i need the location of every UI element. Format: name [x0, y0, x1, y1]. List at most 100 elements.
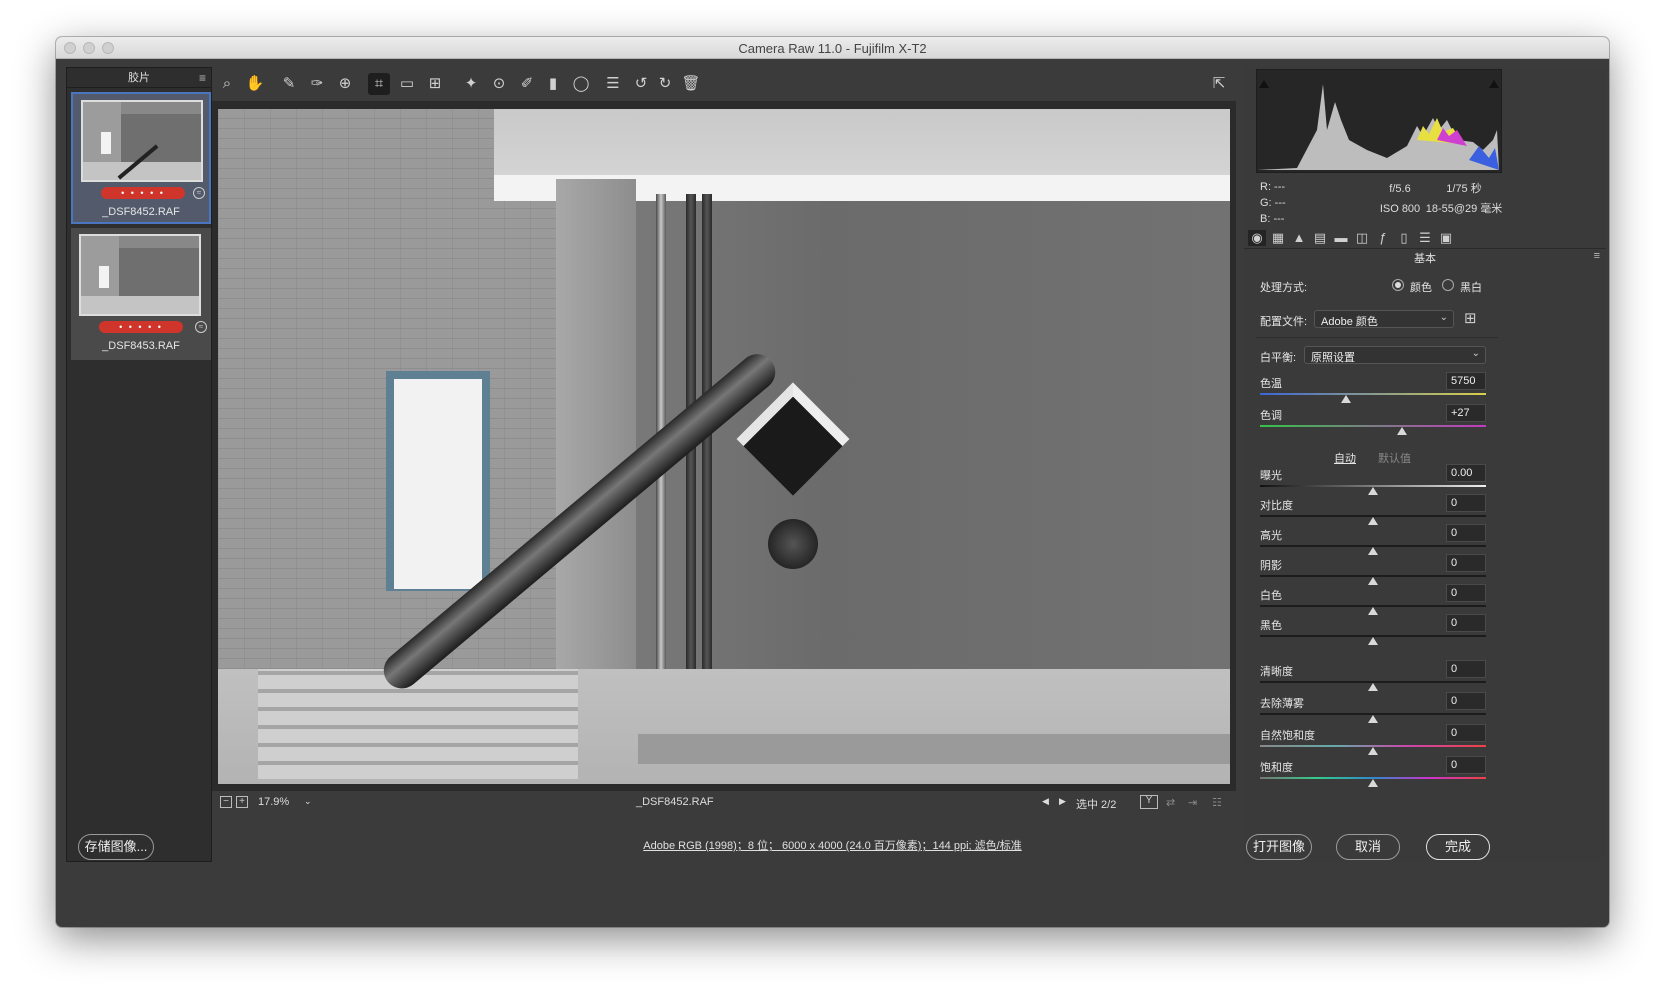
shadow-clipping-icon[interactable] — [1259, 72, 1269, 88]
zoom-level[interactable]: 17.9% — [258, 796, 289, 808]
slider-value-input[interactable]: 0 — [1446, 692, 1486, 710]
auto-button[interactable]: 自动 — [1334, 450, 1356, 466]
slider-label: 清晰度 — [1260, 666, 1293, 678]
filmstrip-panel: 胶片 ≡ • • • • • ≈ _DSF8452.RAF • • • • • — [66, 67, 212, 862]
crop-icon[interactable]: ⌗ — [368, 73, 390, 95]
slider-value-input[interactable]: 0.00 — [1446, 464, 1486, 482]
zoom-out-button[interactable]: − — [220, 796, 232, 808]
rotate-left-icon[interactable]: ↺ — [630, 73, 652, 95]
filmstrip-item[interactable]: • • • • • ≈ _DSF8453.RAF — [71, 228, 211, 360]
color-sampler-icon[interactable]: ✑ — [306, 73, 328, 95]
star-rating[interactable]: • • • • • — [99, 321, 183, 333]
profile-browser-icon[interactable]: ⊞ — [1464, 309, 1477, 327]
filmstrip-menu-icon[interactable]: ≡ — [199, 68, 206, 88]
slider-value-input[interactable]: 0 — [1446, 660, 1486, 678]
list-icon[interactable]: ☰ — [602, 73, 624, 95]
image-preview[interactable] — [218, 109, 1230, 784]
open-image-button[interactable]: 打开图像 — [1246, 834, 1312, 860]
star-rating[interactable]: • • • • • — [101, 187, 185, 199]
red-readout: R: --- — [1260, 181, 1286, 193]
slider-value-input[interactable]: 5750 — [1446, 372, 1486, 390]
slider-value-input[interactable]: 0 — [1446, 584, 1486, 602]
adjustments-panel: R: --- G: --- B: --- f/5.6 ISO 800 1/75 … — [1244, 67, 1606, 862]
slider-thumb[interactable] — [1368, 607, 1378, 615]
section-title: 基本 — [1414, 253, 1436, 265]
tab-basic-icon[interactable]: ◉ — [1248, 230, 1266, 246]
zoom-in-button[interactable]: + — [236, 796, 248, 808]
spot-removal-icon[interactable]: ✦ — [460, 73, 482, 95]
tab-effects-icon[interactable]: ƒ — [1374, 230, 1392, 246]
slider-value-input[interactable]: 0 — [1446, 494, 1486, 512]
hand-icon[interactable]: ✋ — [244, 73, 266, 95]
slider-thumb[interactable] — [1368, 715, 1378, 723]
radial-filter-icon[interactable]: ◯ — [570, 73, 592, 95]
tab-split-toning-icon[interactable]: ▬ — [1332, 230, 1350, 246]
slider-thumb[interactable] — [1397, 427, 1408, 435]
before-after-view-button[interactable]: Y — [1140, 795, 1158, 809]
cancel-button[interactable]: 取消 — [1336, 834, 1400, 860]
next-image-icon[interactable]: ▶ — [1059, 796, 1066, 807]
thumbnail-image — [79, 234, 201, 316]
tab-hsl-icon[interactable]: ▤ — [1311, 230, 1329, 246]
slider-thumb[interactable] — [1340, 395, 1351, 403]
profile-value: Adobe 颜色 — [1321, 316, 1378, 328]
slider-value-input[interactable]: 0 — [1446, 524, 1486, 542]
fullscreen-icon[interactable]: ⇱ — [1208, 73, 1230, 95]
adjustment-brush-icon[interactable]: ✐ — [516, 73, 538, 95]
done-button[interactable]: 完成 — [1426, 834, 1490, 860]
slider-thumb[interactable] — [1368, 747, 1378, 755]
targeted-adjustment-icon[interactable]: ⊕ — [334, 73, 356, 95]
tab-lens-icon[interactable]: ◫ — [1353, 230, 1371, 246]
tab-calibration-icon[interactable]: ▯ — [1395, 230, 1413, 246]
zoom-icon[interactable]: ⌕ — [216, 73, 238, 95]
slider-thumb[interactable] — [1368, 779, 1378, 787]
slider-thumb[interactable] — [1368, 577, 1378, 585]
panel-menu-icon[interactable]: ≡ — [1594, 250, 1600, 262]
straighten-icon[interactable]: ▭ — [396, 73, 418, 95]
rgb-readout: R: --- G: --- B: --- — [1260, 179, 1286, 227]
slider-thumb[interactable] — [1368, 487, 1378, 495]
zoom-dropdown-icon[interactable]: ⌄ — [304, 796, 312, 807]
copy-settings-icon[interactable]: ⇥ — [1188, 796, 1197, 809]
slider-value-input[interactable]: 0 — [1446, 554, 1486, 572]
slider-label: 黑色 — [1260, 620, 1282, 632]
trash-icon[interactable]: 🗑 — [680, 73, 702, 95]
highlight-clipping-icon[interactable] — [1489, 72, 1499, 88]
slider-label: 去除薄雾 — [1260, 698, 1304, 710]
slider-thumb[interactable] — [1368, 517, 1378, 525]
slider-label: 色调 — [1260, 410, 1282, 422]
tab-detail-icon[interactable]: ▲ — [1290, 230, 1308, 246]
exif-right: 1/75 秒 18-55@29 毫米 — [1422, 179, 1506, 219]
profile-select[interactable]: Adobe 颜色 ⌄ — [1314, 310, 1454, 328]
tab-snapshots-icon[interactable]: ▣ — [1437, 230, 1455, 246]
rotate-right-icon[interactable]: ↻ — [654, 73, 676, 95]
treatment-color-radio[interactable] — [1392, 279, 1404, 291]
slider-track[interactable] — [1260, 425, 1486, 427]
treatment-bw-radio[interactable] — [1442, 279, 1454, 291]
tab-tone-curve-icon[interactable]: ▦ — [1269, 230, 1287, 246]
transform-icon[interactable]: ⊞ — [424, 73, 446, 95]
thumbnail-filename: _DSF8453.RAF — [102, 340, 180, 352]
white-balance-icon[interactable]: ✎ — [278, 73, 300, 95]
red-eye-icon[interactable]: ⊙ — [488, 73, 510, 95]
filmstrip-item[interactable]: • • • • • ≈ _DSF8452.RAF — [71, 92, 211, 224]
slider-value-input[interactable]: 0 — [1446, 756, 1486, 774]
default-button[interactable]: 默认值 — [1378, 450, 1411, 466]
graduated-filter-icon[interactable]: ▮ — [542, 73, 564, 95]
slider-value-input[interactable]: 0 — [1446, 614, 1486, 632]
slider-thumb[interactable] — [1368, 547, 1378, 555]
slider-thumb[interactable] — [1368, 683, 1378, 691]
previous-image-icon[interactable]: ◀ — [1042, 796, 1049, 807]
toggle-settings-icon[interactable]: ☷ — [1212, 796, 1222, 809]
slider-thumb[interactable] — [1368, 637, 1378, 645]
white-balance-value: 原照设置 — [1311, 352, 1355, 364]
adjustments-badge-icon: ≈ — [195, 321, 207, 333]
slider-track[interactable] — [1260, 393, 1486, 395]
title-bar: Camera Raw 11.0 - Fujifilm X-T2 — [56, 37, 1609, 59]
toolbar: ⌕ ✋ ✎ ✑ ⊕ ⌗ ▭ ⊞ ✦ ⊙ ✐ ▮ ◯ ☰ ↺ ↻ 🗑 ⇱ — [216, 67, 1371, 103]
slider-value-input[interactable]: +27 — [1446, 404, 1486, 422]
tab-presets-icon[interactable]: ☰ — [1416, 230, 1434, 246]
swap-settings-icon[interactable]: ⇄ — [1166, 796, 1175, 809]
slider-value-input[interactable]: 0 — [1446, 724, 1486, 742]
white-balance-select[interactable]: 原照设置 ⌄ — [1304, 346, 1486, 364]
